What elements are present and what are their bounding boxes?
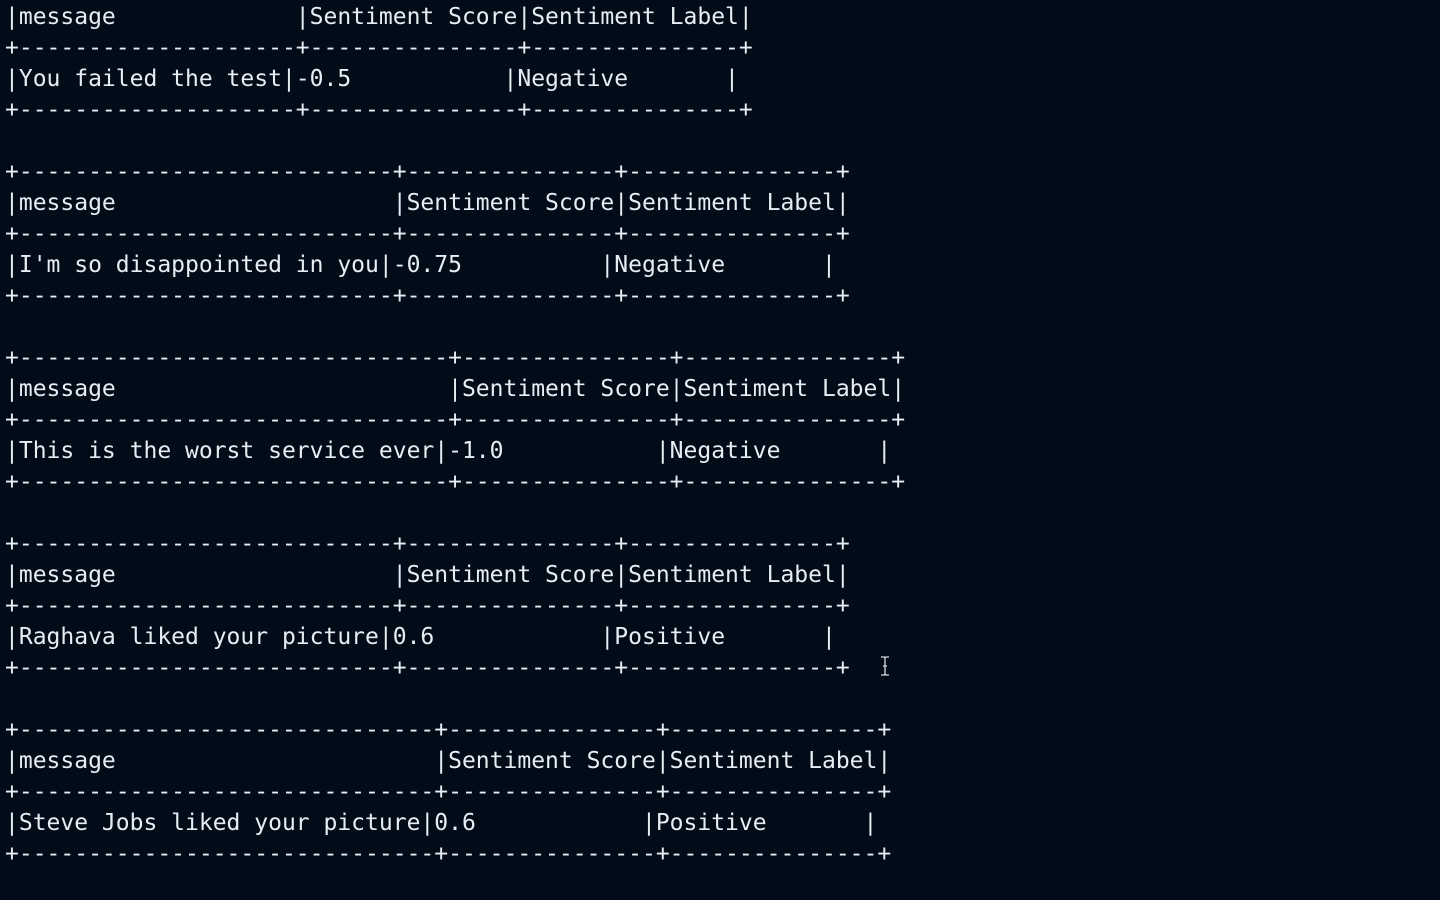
table-row: |This is the worst service ever|-1.0 |Ne… xyxy=(5,438,892,464)
table-border: +------------------------------+--------… xyxy=(5,779,892,805)
table-row: |Steve Jobs liked your picture|0.6 |Posi… xyxy=(5,810,878,836)
table-header-row: |message |Sentiment Score|Sentiment Labe… xyxy=(5,376,906,402)
table-border: +---------------------------+-----------… xyxy=(5,159,850,185)
table-row: |message |Sentiment Score|Sentiment Labe… xyxy=(5,4,753,30)
table-border: +------------------------------+--------… xyxy=(5,841,892,867)
table-row: |Raghava liked your picture|0.6 |Positiv… xyxy=(5,624,836,650)
text-cursor-icon xyxy=(881,656,889,676)
table-border: +-------------------------------+-------… xyxy=(5,469,906,495)
table-border: +---------------------------+-----------… xyxy=(5,283,850,309)
table-row: |You failed the test|-0.5 |Negative | xyxy=(5,66,739,92)
table-border: +-------------------------------+-------… xyxy=(5,407,906,433)
table-border: +---------------------------+-----------… xyxy=(5,655,850,681)
table-border: +--------------------+---------------+--… xyxy=(5,97,753,123)
table-header-row: |message |Sentiment Score|Sentiment Labe… xyxy=(5,562,850,588)
table-border: +-------------------------------+-------… xyxy=(5,345,906,371)
table-row: |I'm so disappointed in you|-0.75 |Negat… xyxy=(5,252,836,278)
terminal-output: |message |Sentiment Score|Sentiment Labe… xyxy=(5,2,905,870)
table-header-row: |message |Sentiment Score|Sentiment Labe… xyxy=(5,748,892,774)
terminal-window[interactable]: |message |Sentiment Score|Sentiment Labe… xyxy=(0,0,1440,900)
table-header-row: |message |Sentiment Score|Sentiment Labe… xyxy=(5,190,850,216)
table-border: +---------------------------+-----------… xyxy=(5,531,850,557)
table-border: +--------------------+---------------+--… xyxy=(5,35,753,61)
table-border: +---------------------------+-----------… xyxy=(5,593,850,619)
table-border: +---------------------------+-----------… xyxy=(5,221,850,247)
table-border: +------------------------------+--------… xyxy=(5,717,892,743)
